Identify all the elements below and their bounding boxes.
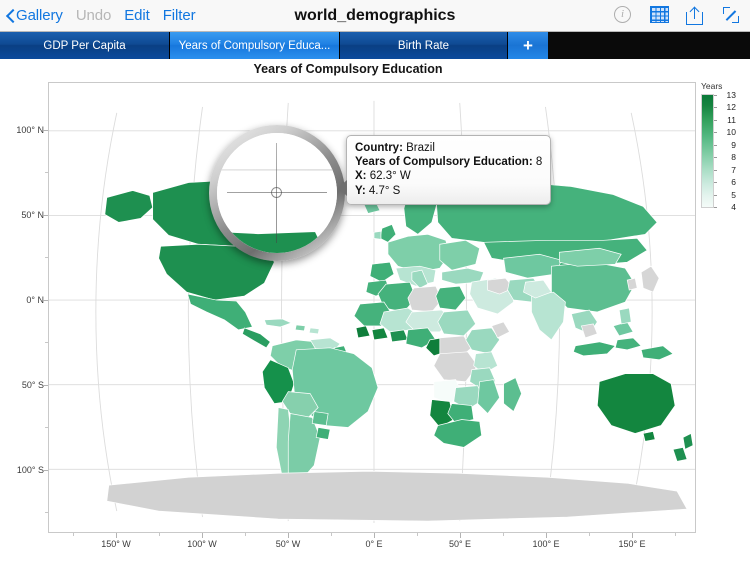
x-tick-label: 150° E	[618, 539, 646, 549]
legend-tick-label: 4	[731, 202, 736, 212]
magnifier-lens	[217, 133, 337, 253]
tab-years-of-compulsory-education[interactable]: Years of Compulsory Educa...	[170, 32, 340, 59]
tooltip-country-row: Country: Brazil	[355, 141, 542, 155]
x-minor-tick	[159, 533, 160, 536]
x-minor-tick	[503, 533, 504, 536]
tooltip-x-row: X: 62.3° W	[355, 169, 542, 183]
undo-button[interactable]: Undo	[76, 7, 112, 24]
legend-tick-mark	[714, 119, 717, 121]
x-minor-tick	[245, 533, 246, 536]
tooltip-y-value: 4.7° S	[368, 184, 401, 197]
legend-tick-label: 8	[731, 152, 736, 163]
legend-tick-label: 9	[731, 139, 736, 150]
gallery-back-label: Gallery	[16, 7, 63, 24]
legend-tick-label: 13	[726, 90, 736, 100]
legend-colorbar-body: 13 12 11 10 9 8 7 6 5 4	[700, 90, 750, 219]
tooltip-measure-value: 8	[535, 156, 543, 169]
chart-title: Years of Compulsory Education	[253, 62, 443, 76]
x-minor-tick	[417, 533, 418, 536]
tab-label: GDP Per Capita	[43, 39, 126, 52]
tooltip-x-key: X:	[355, 170, 367, 183]
legend-tick-mark	[714, 182, 717, 184]
y-tick-label: 0° N	[26, 295, 44, 305]
add-tab-button[interactable]: +	[508, 32, 548, 59]
x-tick-mark	[546, 533, 547, 538]
tooltip-measure-key: Years of Compulsory Education:	[355, 156, 533, 169]
map-plot-frame[interactable]: Country: Brazil Years of Compulsory Educ…	[48, 82, 696, 533]
tooltip-y-key: Y:	[355, 184, 366, 197]
legend-tick-label: 10	[726, 127, 736, 138]
x-tick-label: 0° E	[365, 539, 383, 549]
nav-right-group: i	[614, 0, 742, 32]
legend-tick-mark	[714, 132, 717, 134]
chevron-left-icon	[6, 9, 14, 23]
y-tick-label: 100° N	[16, 125, 44, 135]
share-icon[interactable]	[686, 6, 706, 26]
tooltip-pointer-arrow	[338, 180, 347, 196]
y-tick-label: 50° N	[21, 210, 44, 220]
legend-tick-mark	[714, 207, 717, 208]
magnifier-loupe[interactable]	[209, 125, 345, 261]
tooltip-country-value: Brazil	[406, 142, 435, 154]
x-tick-mark	[288, 533, 289, 538]
filter-button[interactable]: Filter	[163, 7, 196, 24]
tab-gdp-per-capita[interactable]: GDP Per Capita	[0, 32, 170, 59]
x-tick-label: 150° W	[101, 539, 131, 549]
y-tick-label: 100° S	[16, 465, 44, 475]
tooltip-measure-row: Years of Compulsory Education: 8	[355, 155, 542, 169]
x-tick-mark	[460, 533, 461, 538]
x-minor-tick	[675, 533, 676, 536]
x-tick-mark	[374, 533, 375, 538]
tooltip-country-key: Country:	[355, 142, 403, 154]
legend-tick-label: 7	[731, 164, 736, 175]
x-tick-mark	[632, 533, 633, 538]
info-icon[interactable]: i	[614, 6, 634, 26]
gallery-back-button[interactable]: Gallery	[6, 7, 63, 24]
legend-colorbar	[701, 94, 714, 208]
map-legend: Years 13 12 11 10 9 8 7 6 5 4	[700, 81, 750, 219]
app-root: Gallery Undo Edit Filter world_demograph…	[0, 0, 750, 563]
add-tab-label: +	[523, 35, 533, 55]
x-minor-tick	[331, 533, 332, 536]
tab-birth-rate[interactable]: Birth Rate	[340, 32, 508, 59]
tab-label: Birth Rate	[397, 39, 450, 52]
legend-tick-label: 11	[727, 114, 736, 125]
x-minor-tick	[589, 533, 590, 536]
chart-tab-bar: GDP Per Capita Years of Compulsory Educa…	[0, 32, 750, 59]
crosshair-center-dot	[271, 187, 282, 198]
x-tick-mark	[116, 533, 117, 538]
expand-glyph	[722, 6, 740, 24]
tooltip-y-row: Y: 4.7° S	[355, 184, 542, 198]
tooltip-x-value: 62.3° W	[369, 170, 411, 183]
x-tick-label: 50° E	[448, 539, 472, 549]
x-tick-label: 50° W	[275, 539, 301, 549]
y-tick-label: 50° S	[21, 380, 44, 390]
country-shapes	[104, 164, 694, 522]
legend-tick-label: 5	[731, 189, 736, 200]
table-grid-icon[interactable]	[650, 6, 670, 26]
share-glyph	[686, 6, 703, 25]
grid-glyph	[650, 6, 669, 23]
x-tick-label: 100° W	[187, 539, 217, 549]
legend-tick-mark	[714, 194, 717, 196]
legend-tick-mark	[714, 144, 717, 146]
x-minor-tick	[73, 533, 74, 536]
legend-tick-mark	[714, 157, 717, 159]
top-navigation-bar: Gallery Undo Edit Filter world_demograph…	[0, 0, 750, 32]
tab-label: Years of Compulsory Educa...	[178, 39, 331, 52]
legend-tick-label: 6	[731, 177, 736, 188]
info-glyph: i	[614, 6, 631, 23]
nav-left-group: Gallery Undo Edit Filter	[0, 7, 196, 24]
chart-area: Years of Compulsory Education 100° N 50°…	[0, 59, 750, 563]
x-tick-label: 100° E	[532, 539, 560, 549]
legend-tick-mark	[714, 95, 717, 96]
legend-tick-mark	[714, 107, 717, 109]
x-tick-mark	[202, 533, 203, 538]
data-tooltip: Country: Brazil Years of Compulsory Educ…	[338, 135, 552, 205]
edit-button[interactable]: Edit	[124, 7, 150, 24]
legend-tick-mark	[714, 169, 717, 171]
expand-icon[interactable]	[722, 6, 742, 26]
legend-tick-label: 12	[726, 102, 736, 113]
